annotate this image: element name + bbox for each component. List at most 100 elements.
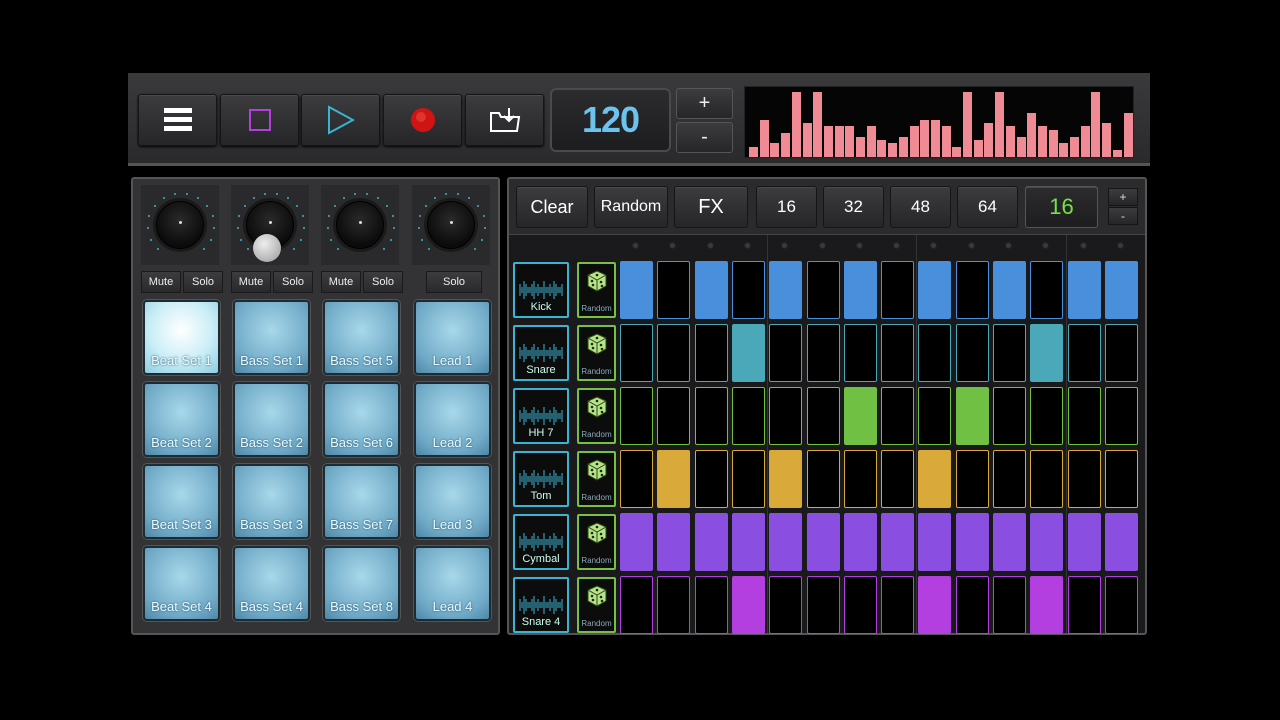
stop-button[interactable] xyxy=(220,94,299,146)
step-cell[interactable] xyxy=(657,576,691,634)
drum-pad[interactable]: Lead 3 xyxy=(414,464,491,539)
drum-pad[interactable]: Bass Set 5 xyxy=(323,300,400,375)
step-cell[interactable] xyxy=(1067,324,1101,382)
step-cell[interactable] xyxy=(657,450,691,508)
open-folder-button[interactable] xyxy=(465,94,544,146)
step-cell[interactable] xyxy=(694,387,728,445)
step-cell[interactable] xyxy=(806,513,840,571)
step-cell[interactable] xyxy=(993,387,1026,445)
step-cell[interactable] xyxy=(955,261,989,319)
step-cell[interactable] xyxy=(918,261,952,319)
drum-pad[interactable]: Bass Set 3 xyxy=(233,464,310,539)
step-cell[interactable] xyxy=(769,513,803,571)
step-cell[interactable] xyxy=(1067,387,1101,445)
step-cell[interactable] xyxy=(620,324,653,382)
play-button[interactable] xyxy=(301,94,380,146)
solo-button[interactable]: Solo xyxy=(273,271,313,293)
drum-pad[interactable]: Lead 1 xyxy=(414,300,491,375)
step-cell[interactable] xyxy=(955,324,989,382)
step-cell[interactable] xyxy=(881,324,915,382)
drum-pad[interactable]: Bass Set 1 xyxy=(233,300,310,375)
drum-pad[interactable]: Bass Set 8 xyxy=(323,546,400,621)
step-cell[interactable] xyxy=(1030,576,1064,634)
step-cell[interactable] xyxy=(843,261,877,319)
step-cell[interactable] xyxy=(1067,450,1101,508)
step-cell[interactable] xyxy=(806,450,840,508)
drum-pad[interactable]: Lead 2 xyxy=(414,382,491,457)
step-cell[interactable] xyxy=(694,450,728,508)
step-cell[interactable] xyxy=(1030,324,1064,382)
drum-pad[interactable]: Beat Set 2 xyxy=(143,382,220,457)
step-cell[interactable] xyxy=(843,576,877,634)
step-cell[interactable] xyxy=(620,450,653,508)
step-cell[interactable] xyxy=(620,513,653,571)
step-cell[interactable] xyxy=(918,576,952,634)
step-cell[interactable] xyxy=(1104,324,1138,382)
step-cell[interactable] xyxy=(1104,387,1138,445)
track-random-button[interactable]: Random xyxy=(577,577,616,633)
record-button[interactable] xyxy=(383,94,462,146)
random-button[interactable]: Random xyxy=(594,186,668,228)
step-cell[interactable] xyxy=(769,324,803,382)
step-cell[interactable] xyxy=(881,450,915,508)
step-cell[interactable] xyxy=(918,450,952,508)
step-cell[interactable] xyxy=(993,261,1026,319)
tempo-decrease-button[interactable]: - xyxy=(676,122,733,153)
knob-handle[interactable] xyxy=(253,234,281,262)
step-cell[interactable] xyxy=(955,450,989,508)
step-cell[interactable] xyxy=(881,576,915,634)
step-cell[interactable] xyxy=(993,450,1026,508)
step-cell[interactable] xyxy=(769,261,803,319)
step-cell[interactable] xyxy=(620,576,653,634)
drum-pad[interactable]: Beat Set 4 xyxy=(143,546,220,621)
step-cell[interactable] xyxy=(769,576,803,634)
fx-button[interactable]: FX xyxy=(674,186,748,228)
length-48-button[interactable]: 48 xyxy=(890,186,951,228)
step-cell[interactable] xyxy=(918,387,952,445)
step-cell[interactable] xyxy=(731,387,765,445)
volume-knob[interactable] xyxy=(427,201,475,249)
track-random-button[interactable]: Random xyxy=(577,451,616,507)
step-cell[interactable] xyxy=(731,261,765,319)
step-cell[interactable] xyxy=(657,324,691,382)
drum-pad[interactable]: Beat Set 1 xyxy=(143,300,220,375)
step-cell[interactable] xyxy=(1067,261,1101,319)
step-cell[interactable] xyxy=(993,576,1026,634)
mute-button[interactable]: Mute xyxy=(141,271,181,293)
step-cell[interactable] xyxy=(843,513,877,571)
mute-button[interactable]: Mute xyxy=(321,271,361,293)
step-count-display[interactable]: 16 xyxy=(1025,186,1098,228)
step-cell[interactable] xyxy=(731,324,765,382)
solo-button[interactable]: Solo xyxy=(183,271,223,293)
step-cell[interactable] xyxy=(993,324,1026,382)
length-32-button[interactable]: 32 xyxy=(823,186,884,228)
step-cell[interactable] xyxy=(769,450,803,508)
step-cell[interactable] xyxy=(731,513,765,571)
step-cell[interactable] xyxy=(620,387,653,445)
step-cell[interactable] xyxy=(657,261,691,319)
track-random-button[interactable]: Random xyxy=(577,388,616,444)
step-cell[interactable] xyxy=(694,513,728,571)
instrument-button[interactable]: Kick xyxy=(513,262,569,318)
clear-button[interactable]: Clear xyxy=(516,186,588,228)
step-cell[interactable] xyxy=(881,513,915,571)
step-cell[interactable] xyxy=(694,261,728,319)
step-cell[interactable] xyxy=(806,261,840,319)
tempo-increase-button[interactable]: + xyxy=(676,88,733,119)
volume-knob[interactable] xyxy=(156,201,204,249)
step-cell[interactable] xyxy=(1104,450,1138,508)
volume-knob[interactable] xyxy=(336,201,384,249)
solo-button[interactable]: Solo xyxy=(363,271,403,293)
step-cell[interactable] xyxy=(657,387,691,445)
instrument-button[interactable]: Cymbal xyxy=(513,514,569,570)
step-cell[interactable] xyxy=(955,513,989,571)
step-cell[interactable] xyxy=(881,261,915,319)
track-random-button[interactable]: Random xyxy=(577,514,616,570)
drum-pad[interactable]: Bass Set 2 xyxy=(233,382,310,457)
steps-decrease-button[interactable]: - xyxy=(1108,207,1138,225)
step-cell[interactable] xyxy=(881,387,915,445)
instrument-button[interactable]: Snare xyxy=(513,325,569,381)
step-cell[interactable] xyxy=(731,450,765,508)
step-cell[interactable] xyxy=(955,576,989,634)
step-cell[interactable] xyxy=(1030,450,1064,508)
